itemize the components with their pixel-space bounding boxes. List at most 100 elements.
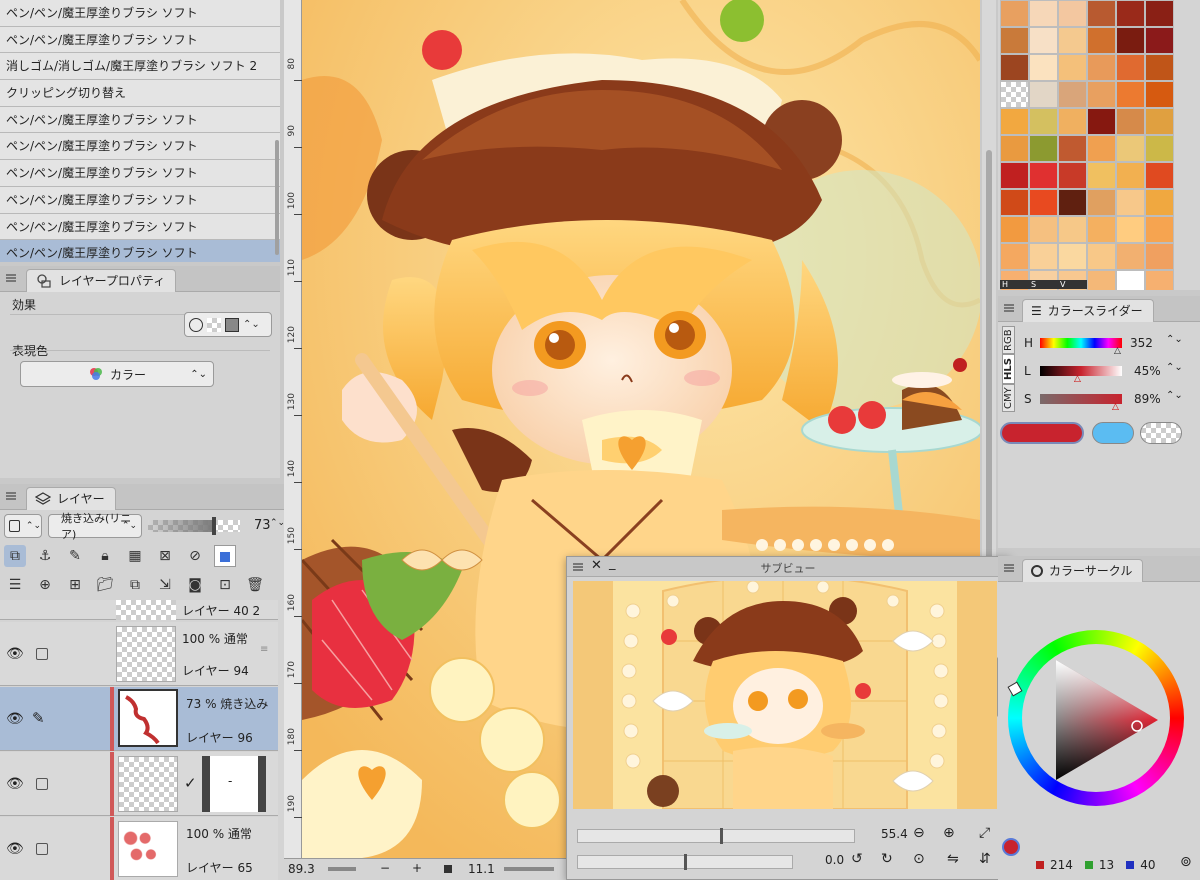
- subview-zoom-slider[interactable]: [577, 828, 855, 844]
- merge-layer-icon[interactable]: ⇲: [154, 574, 176, 596]
- color-swatch[interactable]: [1116, 54, 1145, 81]
- color-swatch[interactable]: [1145, 189, 1174, 216]
- subview-rotation-handle[interactable]: [684, 854, 687, 870]
- color-swatch[interactable]: [1058, 27, 1087, 54]
- chevron-updown-icon[interactable]: ⌃⌄: [1166, 390, 1183, 401]
- lock-transparency-icon[interactable]: ▦: [124, 545, 146, 567]
- trash-icon[interactable]: 🗑︎: [244, 574, 266, 596]
- color-swatch[interactable]: [1145, 216, 1174, 243]
- color-swatch[interactable]: [1087, 81, 1116, 108]
- eye-icon[interactable]: 👁︎: [6, 711, 24, 727]
- clip-layer-icon[interactable]: ⊠: [154, 545, 176, 567]
- draft-layer-icon[interactable]: ✎: [64, 545, 86, 567]
- panel-grip-icon[interactable]: [6, 274, 16, 282]
- color-swatch[interactable]: [1000, 189, 1029, 216]
- color-swatch[interactable]: [1029, 27, 1058, 54]
- color-swatch[interactable]: [1029, 108, 1058, 135]
- color-swatch[interactable]: [1087, 54, 1116, 81]
- color-swatch[interactable]: [1000, 81, 1029, 108]
- layer-color-icon[interactable]: [225, 317, 239, 332]
- border-effect-icon[interactable]: [189, 317, 203, 332]
- effect-buttons[interactable]: ⌃⌄: [184, 312, 272, 337]
- color-swatch[interactable]: [1000, 216, 1029, 243]
- zoom-in-icon[interactable]: +: [412, 861, 422, 875]
- layer-checkbox[interactable]: [36, 648, 48, 660]
- color-swatch[interactable]: [1145, 108, 1174, 135]
- color-swatch[interactable]: [1116, 108, 1145, 135]
- main-color-mini[interactable]: [1002, 838, 1020, 856]
- history-item[interactable]: ペン/ペン/魔王厚塗りブラシ ソフト: [0, 160, 280, 187]
- color-swatch[interactable]: [1029, 135, 1058, 162]
- color-swatch[interactable]: [1000, 0, 1029, 27]
- subview-rotation-slider[interactable]: [577, 854, 793, 870]
- color-swatch[interactable]: [1145, 270, 1174, 290]
- color-swatch[interactable]: [1087, 243, 1116, 270]
- color-triangle[interactable]: [998, 556, 1200, 880]
- history-scrollbar[interactable]: [275, 140, 279, 255]
- color-swatch[interactable]: [1000, 135, 1029, 162]
- lock-icon[interactable]: 🔒︎: [94, 545, 116, 567]
- layer-row[interactable]: レイヤー 40 2: [0, 600, 278, 620]
- flip-horizontal-icon[interactable]: ⇋: [947, 851, 959, 867]
- tab-layer[interactable]: レイヤー: [26, 487, 116, 510]
- expression-color-select[interactable]: カラー ⌃⌄: [20, 361, 214, 387]
- color-swatch[interactable]: [1029, 189, 1058, 216]
- color-swatch[interactable]: [1116, 81, 1145, 108]
- mode-tab-cmy[interactable]: CMY: [1002, 384, 1015, 412]
- zoom-in-icon[interactable]: ⊕: [943, 825, 955, 841]
- panel-grip-icon[interactable]: [573, 563, 583, 571]
- subview-zoom-handle[interactable]: [720, 828, 723, 844]
- color-swatch[interactable]: [1116, 162, 1145, 189]
- layer-color-select[interactable]: ⌃⌄: [4, 514, 42, 538]
- layer-checkbox[interactable]: [36, 843, 48, 855]
- zoom-out-icon[interactable]: −: [380, 861, 390, 875]
- color-swatch[interactable]: [1116, 243, 1145, 270]
- layer-row[interactable]: 👁︎ 100 % 通常 レイヤー 65: [0, 817, 278, 880]
- color-swatch[interactable]: [1058, 243, 1087, 270]
- reset-rotation-icon[interactable]: ⊙: [913, 851, 925, 867]
- mask-create-icon[interactable]: ◙: [184, 574, 206, 596]
- layer-checkbox[interactable]: [36, 778, 48, 790]
- color-swatch[interactable]: [1116, 270, 1145, 290]
- sub-color-chip[interactable]: [1092, 422, 1134, 444]
- color-swatch[interactable]: [1058, 0, 1087, 27]
- color-swatch[interactable]: [1087, 135, 1116, 162]
- transparent-color-chip[interactable]: [1140, 422, 1182, 444]
- fit-view-icon[interactable]: ⤢: [979, 825, 990, 841]
- history-item[interactable]: ペン/ペン/魔王厚塗りブラシ ソフト: [0, 106, 280, 134]
- stop-icon[interactable]: [444, 865, 452, 873]
- mode-tab-rgb[interactable]: RGB: [1002, 326, 1015, 354]
- anchor-icon[interactable]: ⚓: [34, 545, 56, 567]
- panel-grip-icon[interactable]: [1004, 304, 1014, 312]
- saturation-slider[interactable]: [1040, 394, 1122, 404]
- color-swatch[interactable]: [1029, 162, 1058, 189]
- layer-color-swatch-icon[interactable]: [214, 545, 236, 567]
- flip-vertical-icon[interactable]: ⇵: [979, 851, 991, 867]
- mask-icon[interactable]: ⊘: [184, 545, 206, 567]
- color-swatch[interactable]: [1087, 108, 1116, 135]
- color-swatch[interactable]: [1145, 54, 1174, 81]
- close-icon[interactable]: ✕: [591, 558, 602, 573]
- zoom-out-icon[interactable]: ⊖: [913, 825, 925, 841]
- minimize-icon[interactable]: _: [609, 556, 616, 571]
- color-swatch[interactable]: [1000, 27, 1029, 54]
- color-swatch[interactable]: [1058, 135, 1087, 162]
- panel-grip-icon[interactable]: [6, 492, 16, 500]
- rotation-slider[interactable]: [504, 867, 554, 871]
- rotate-right-icon[interactable]: ↻: [881, 851, 893, 867]
- history-item[interactable]: ペン/ペン/魔王厚塗りブラシ ソフト: [0, 213, 280, 241]
- settings-icon[interactable]: ⊚: [1180, 854, 1192, 870]
- chevron-updown-icon[interactable]: ⌃⌄: [1166, 362, 1183, 373]
- color-swatch[interactable]: [1058, 81, 1087, 108]
- new-raster-layer-icon[interactable]: ⊕: [34, 574, 56, 596]
- color-swatch[interactable]: [1000, 162, 1029, 189]
- chevron-updown-icon[interactable]: ⌃⌄: [270, 518, 284, 528]
- tab-color-slider[interactable]: ☰ カラースライダー: [1022, 299, 1154, 322]
- color-swatch[interactable]: [1029, 216, 1058, 243]
- history-item[interactable]: 消しゴム/消しゴム/魔王厚塗りブラシ ソフト 2: [0, 53, 280, 81]
- color-swatch[interactable]: [1029, 81, 1058, 108]
- subview-titlebar[interactable]: ✕ _ サブビュー: [567, 556, 1009, 577]
- color-swatch[interactable]: [1116, 135, 1145, 162]
- color-swatch[interactable]: [1000, 54, 1029, 81]
- lightness-slider[interactable]: [1040, 366, 1122, 376]
